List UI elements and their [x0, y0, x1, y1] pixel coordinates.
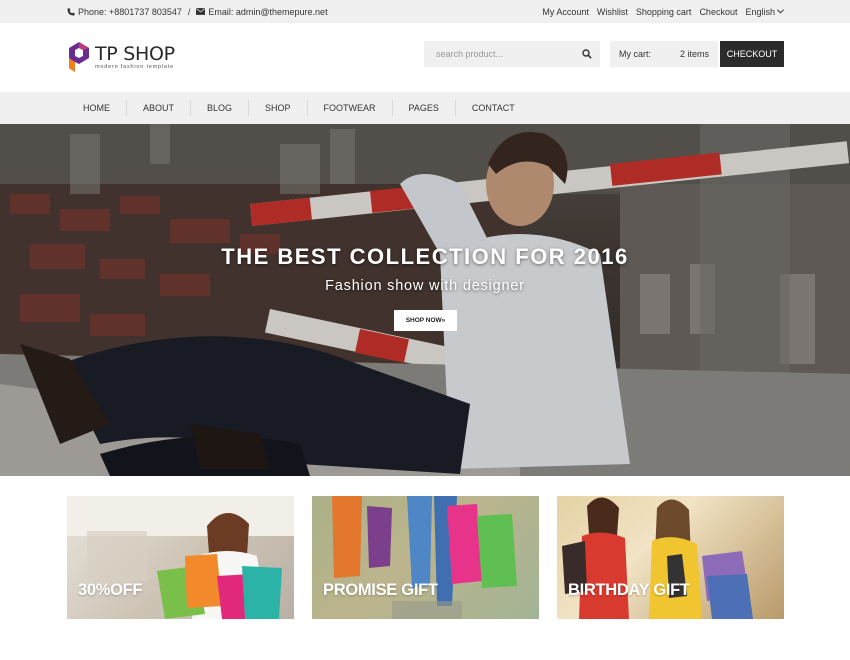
- hero-background-image: [0, 124, 850, 476]
- my-account-link[interactable]: My Account: [542, 7, 589, 17]
- nav-item-blog[interactable]: BLOG: [191, 100, 250, 116]
- contact-separator: /: [187, 6, 191, 17]
- banner-caption-discount: 30%OFF: [78, 581, 143, 599]
- brand-name: TP SHOP: [95, 43, 175, 65]
- promo-banner-birthday-gift[interactable]: BIRTHDAY GIFT: [557, 496, 784, 619]
- banner-image-shopping-woman: [67, 496, 294, 619]
- contact-info: Phone: +8801737 803547 / Email: admin@th…: [67, 0, 328, 23]
- hero-slider: THE BEST COLLECTION FOR 2016 Fashion sho…: [0, 124, 850, 476]
- logo-text: TP SHOP modern fashion template: [95, 44, 175, 70]
- email-text[interactable]: Email: admin@themepure.net: [208, 7, 327, 17]
- promo-banner-discount[interactable]: 30%OFF: [67, 496, 294, 619]
- nav-item-about[interactable]: ABOUT: [127, 100, 192, 116]
- nav-item-contact[interactable]: CONTACT: [456, 100, 531, 116]
- cart-label: My cart:: [619, 49, 652, 59]
- nav-list: HOME ABOUT BLOG SHOP FOOTWEAR PAGES CONT…: [67, 92, 531, 124]
- chevron-down-icon: [777, 9, 784, 14]
- nav-item-footwear[interactable]: FOOTWEAR: [308, 100, 393, 116]
- mini-cart[interactable]: My cart: 2 items: [610, 41, 718, 67]
- logo-mark-icon: [69, 42, 89, 72]
- main-nav: HOME ABOUT BLOG SHOP FOOTWEAR PAGES CONT…: [0, 92, 850, 124]
- cart-count: 2 items: [679, 49, 709, 59]
- search-input[interactable]: [424, 49, 574, 59]
- banner-caption-promise-gift: PROMISE GIFT: [323, 581, 438, 599]
- banner-image-shopping-bags: [312, 496, 539, 619]
- hero-title: THE BEST COLLECTION FOR 2016: [221, 244, 629, 269]
- nav-item-shop[interactable]: SHOP: [249, 100, 308, 116]
- nav-item-home[interactable]: HOME: [67, 100, 127, 116]
- search-box: [424, 41, 600, 67]
- logo[interactable]: TP SHOP modern fashion template: [67, 40, 175, 74]
- banner-caption-birthday-gift: BIRTHDAY GIFT: [568, 581, 690, 599]
- promo-banner-promise-gift[interactable]: PROMISE GIFT: [312, 496, 539, 619]
- wishlist-link[interactable]: Wishlist: [597, 7, 628, 17]
- checkout-button[interactable]: CHECKOUT: [720, 41, 784, 67]
- site-header: TP SHOP modern fashion template My cart:…: [0, 23, 850, 92]
- hero-subtitle: Fashion show with designer: [325, 278, 525, 294]
- shop-now-button[interactable]: SHOP NOW»: [394, 310, 457, 331]
- banner-image-two-women: [562, 497, 753, 619]
- envelope-icon: [196, 8, 206, 15]
- search-icon[interactable]: [582, 49, 592, 59]
- phone-text: Phone: +8801737 803547: [78, 6, 182, 17]
- brand-tagline: modern fashion template: [95, 64, 174, 70]
- top-bar: Phone: +8801737 803547 / Email: admin@th…: [0, 0, 850, 23]
- language-selector[interactable]: English: [745, 7, 784, 17]
- nav-item-pages[interactable]: PAGES: [393, 100, 456, 116]
- checkout-link[interactable]: Checkout: [699, 7, 737, 17]
- account-links: My Account Wishlist Shopping cart Checko…: [534, 0, 784, 23]
- shopping-cart-link[interactable]: Shopping cart: [636, 7, 692, 17]
- language-label: English: [745, 6, 775, 17]
- phone-icon: [67, 7, 75, 16]
